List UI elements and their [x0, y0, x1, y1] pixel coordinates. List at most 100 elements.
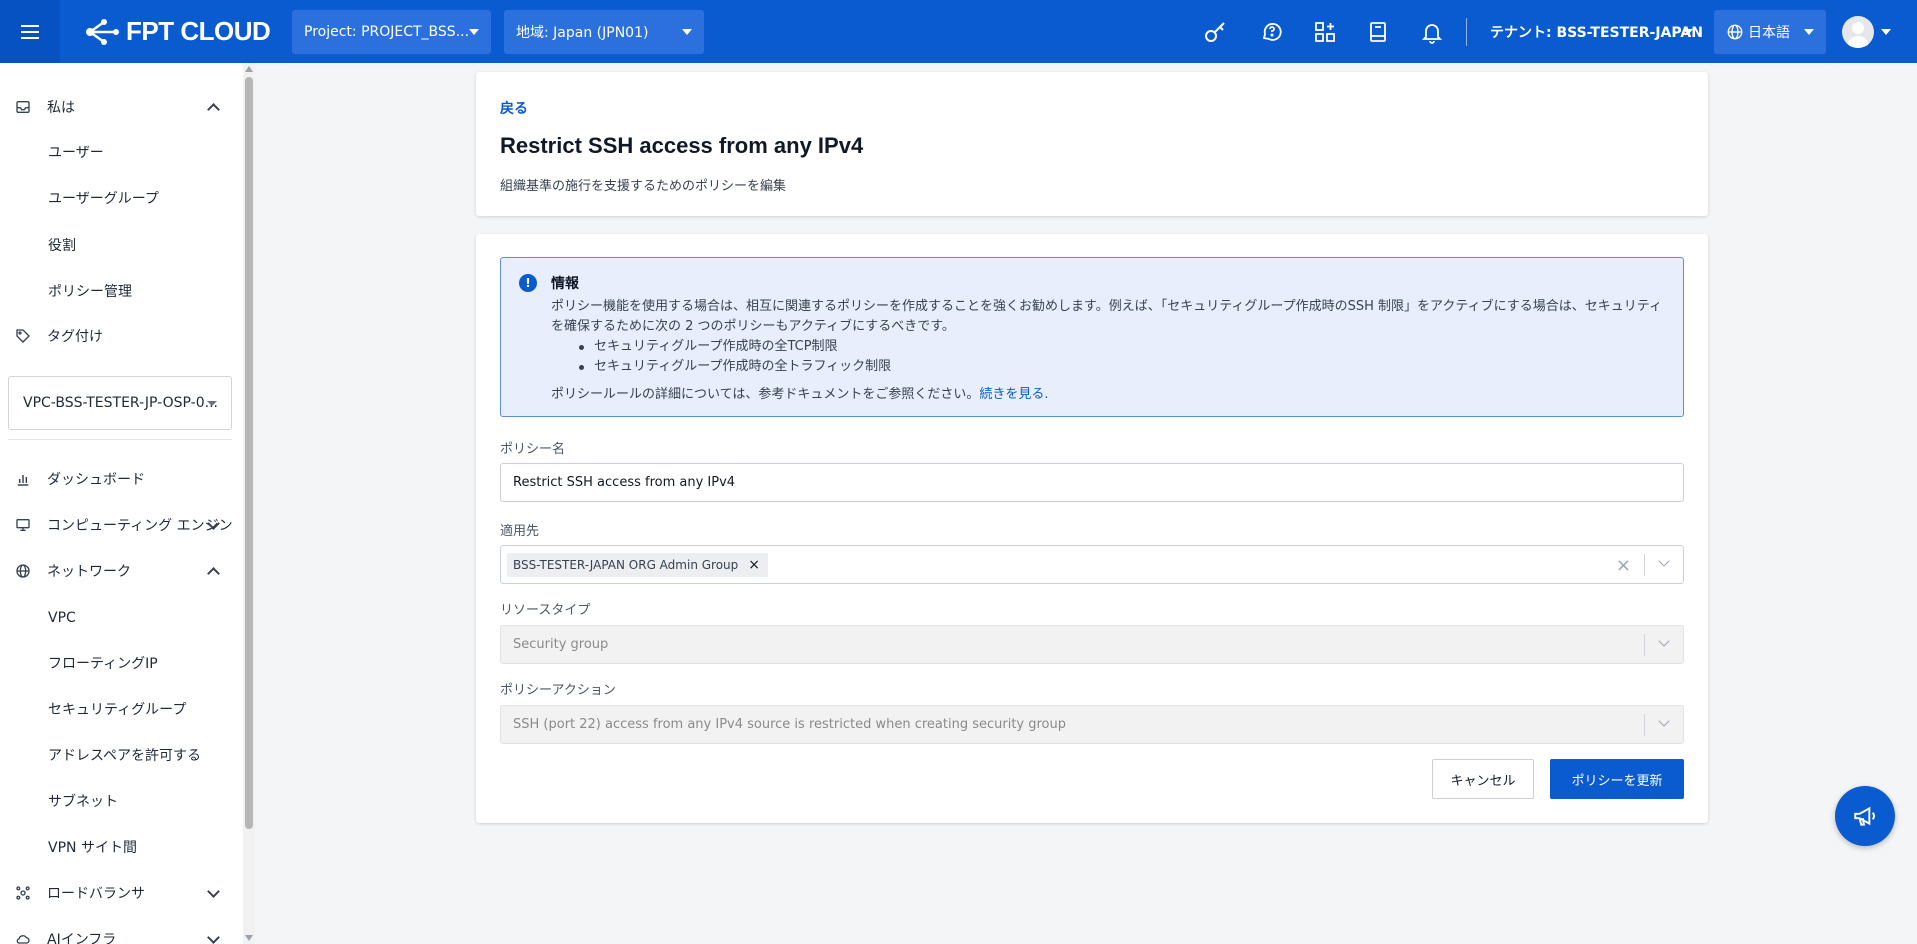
chevron-up-icon [208, 102, 218, 112]
vpc-select[interactable]: VPC-BSS-TESTER-JP-OSP-0... [8, 376, 232, 430]
tag-icon [14, 327, 32, 345]
menu-icon[interactable] [0, 0, 60, 63]
project-select-label: Project: PROJECT_BSS... [304, 24, 470, 40]
apply-to-label: 適用先 [500, 524, 540, 539]
info-bullet-list: セキュリティグループ作成時の全TCP制限 セキュリティグループ作成時の全トラフィ… [576, 337, 891, 377]
cloud-icon [14, 930, 32, 944]
bell-icon[interactable] [1418, 18, 1446, 46]
sidebar-item-label: ユーザー [48, 145, 104, 161]
sidebar-item-users[interactable]: ユーザー [0, 132, 240, 172]
tenant-select[interactable]: テナント: BSS-TESTER-JAPAN [1490, 22, 1703, 42]
project-select[interactable]: Project: PROJECT_BSS... [292, 10, 491, 54]
top-navbar: FPT CLOUD Project: PROJECT_BSS... 地域: Ja… [0, 0, 1917, 63]
apps-add-icon[interactable] [1311, 18, 1339, 46]
page-subtitle: 組織基準の施行を支援するためのポリシーを編集 [500, 179, 787, 194]
policy-action-value: SSH (port 22) access from any IPv4 sourc… [513, 717, 1067, 732]
sidebar-item-floating-ip[interactable]: フローティングIP [0, 643, 240, 683]
bar-chart-icon [14, 470, 32, 488]
sidebar-item-vpc[interactable]: VPC [0, 598, 240, 638]
remove-chip-icon[interactable]: × [748, 557, 760, 573]
resource-type-label: リソースタイプ [500, 603, 591, 618]
chevron-down-icon [208, 888, 218, 898]
sidebar-item-label: 役割 [48, 238, 76, 254]
support-chat-icon[interactable] [1258, 18, 1286, 46]
sidebar-item-label: ユーザーグループ [48, 191, 159, 207]
clear-icon[interactable]: × [1616, 555, 1631, 576]
globe-icon [1727, 24, 1743, 40]
sidebar-item-label: VPC [48, 610, 76, 626]
chevron-down-icon[interactable] [1683, 29, 1693, 35]
sidebar-item-security-group[interactable]: セキュリティグループ [0, 689, 240, 729]
chevron-down-icon [682, 29, 692, 35]
policy-name-label: ポリシー名 [500, 442, 566, 457]
policy-action-select: SSH (port 22) access from any IPv4 sourc… [500, 705, 1684, 744]
update-policy-button[interactable]: ポリシーを更新 [1550, 759, 1684, 799]
sidebar-group-label: 私は [47, 100, 75, 116]
resource-type-select: Security group [500, 625, 1684, 664]
cancel-button[interactable]: キャンセル [1432, 759, 1534, 799]
apply-to-multiselect[interactable]: BSS-TESTER-JAPAN ORG Admin Group × × [500, 545, 1684, 584]
sidebar-group-ai-infra[interactable]: AIインフラ [0, 919, 240, 944]
announcement-button[interactable] [1835, 786, 1895, 846]
sidebar-group-label: コンピューティング エンジン [47, 518, 233, 534]
sidebar-item-user-groups[interactable]: ユーザーグループ [0, 178, 240, 218]
megaphone-icon [1854, 806, 1875, 826]
sidebar-item-label: ポリシー管理 [48, 284, 132, 300]
avatar[interactable] [1842, 16, 1874, 48]
scrollbar-thumb[interactable] [245, 77, 253, 829]
back-link[interactable]: 戻る [500, 98, 528, 118]
sidebar-group-compute[interactable]: コンピューティング エンジン [0, 505, 240, 545]
policy-form-card: ! 情報 ポリシー機能を使用する場合は、相互に関連するポリシーを作成することを強… [476, 234, 1708, 823]
divider [8, 439, 232, 440]
vpc-select-label: VPC-BSS-TESTER-JP-OSP-0... [23, 395, 218, 411]
read-more-link[interactable]: 続きを見る. [979, 387, 1048, 402]
fpt-cloud-logo[interactable]: FPT CLOUD [82, 16, 272, 48]
sidebar-item-subnet[interactable]: サブネット [0, 781, 240, 821]
monitor-icon [14, 516, 32, 534]
language-select[interactable]: 日本語 [1714, 10, 1826, 54]
info-text: ポリシー機能を使用する場合は、相互に関連するポリシーを作成することを強くお勧めし… [551, 299, 1662, 334]
page-header-card: 戻る Restrict SSH access from any IPv4 組織基… [476, 72, 1708, 216]
sidebar-group-iam[interactable]: 私は [0, 87, 240, 127]
book-icon[interactable] [1364, 18, 1392, 46]
logo-network-icon [86, 18, 119, 45]
scroll-down-icon[interactable] [245, 935, 253, 941]
resource-type-value: Security group [513, 637, 609, 652]
policy-name-input[interactable]: Restrict SSH access from any IPv4 [500, 463, 1684, 502]
sidebar-scrollbar[interactable] [243, 63, 255, 944]
chevron-down-icon [1804, 29, 1814, 35]
info-footer-text: ポリシールールの詳細については、参考ドキュメントをご参照ください。 [551, 387, 980, 402]
chevron-down-icon[interactable] [1881, 29, 1891, 35]
sidebar-item-label: フローティングIP [48, 656, 158, 672]
chevron-down-icon [1659, 718, 1669, 728]
dropdown-separator [1644, 714, 1645, 736]
chevron-down-icon[interactable] [1659, 558, 1669, 568]
logo-text: FPT CLOUD [126, 16, 271, 46]
key-icon[interactable] [1201, 18, 1229, 46]
sidebar-group-load-balancer[interactable]: ロードバランサ [0, 873, 240, 913]
sidebar-item-vpn-site-to-site[interactable]: VPN サイト間 [0, 827, 240, 867]
inbox-icon [14, 98, 32, 116]
scroll-up-icon[interactable] [245, 66, 253, 72]
region-select[interactable]: 地域: Japan (JPN01) [504, 10, 704, 54]
sidebar-item-label: アドレスペアを許可する [48, 748, 202, 764]
sidebar-group-label: AIインフラ [47, 932, 117, 944]
sidebar-item-tagging[interactable]: タグ付け [0, 316, 240, 356]
selected-group-chip: BSS-TESTER-JAPAN ORG Admin Group × [507, 552, 769, 577]
policy-action-label: ポリシーアクション [500, 683, 616, 698]
dropdown-separator [1644, 554, 1645, 576]
language-label: 日本語 [1748, 25, 1790, 41]
sidebar-item-policy-management[interactable]: ポリシー管理 [0, 271, 240, 311]
sidebar-group-label: ネットワーク [47, 564, 131, 580]
sidebar-item-allowed-address-pair[interactable]: アドレスペアを許可する [0, 735, 240, 775]
info-icon: ! [519, 274, 537, 292]
sidebar-group-network[interactable]: ネットワーク [0, 551, 240, 591]
load-balancer-icon [14, 884, 32, 902]
chevron-down-icon [207, 401, 217, 406]
chevron-down-icon [1659, 638, 1669, 648]
sidebar-item-label: セキュリティグループ [48, 702, 187, 718]
sidebar-item-roles[interactable]: 役割 [0, 225, 240, 265]
sidebar-item-label: ダッシュボード [47, 472, 145, 488]
sidebar-item-dashboard[interactable]: ダッシュボード [0, 459, 240, 499]
page-title: Restrict SSH access from any IPv4 [500, 133, 864, 158]
